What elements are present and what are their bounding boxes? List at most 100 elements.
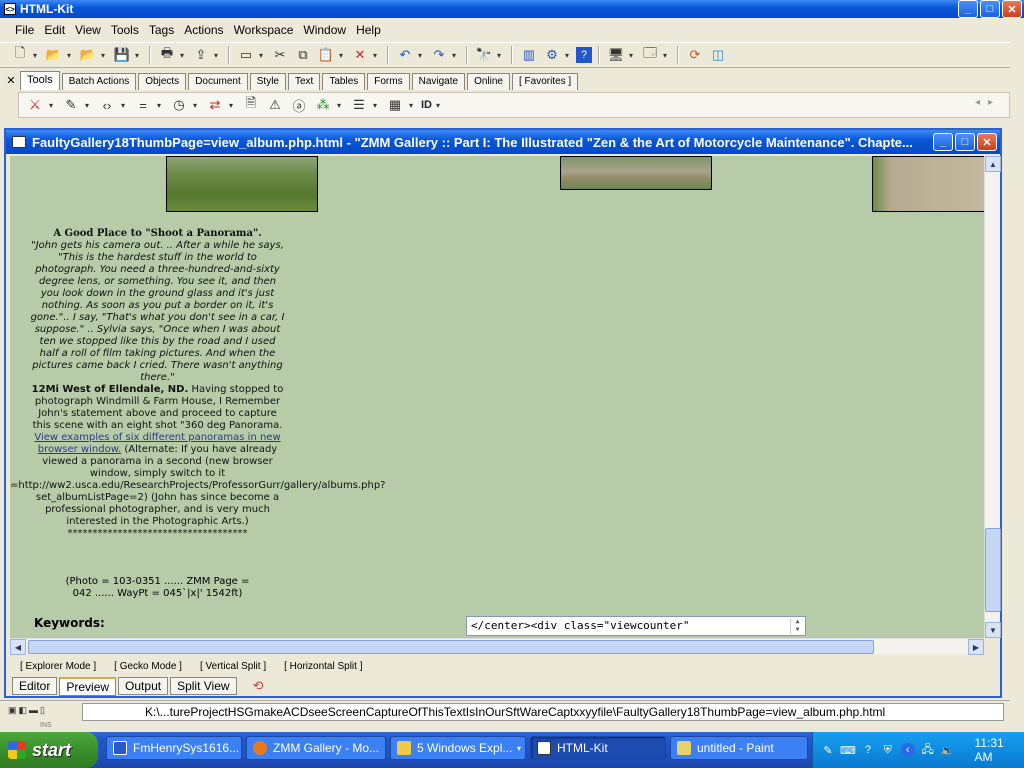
open-recent-icon[interactable]: 📂 bbox=[78, 45, 98, 65]
maximize-button[interactable]: □ bbox=[980, 0, 1000, 18]
help-icon[interactable]: ? bbox=[861, 743, 875, 757]
chevron-down-icon[interactable]: ▾ bbox=[85, 101, 93, 110]
chevron-down-icon[interactable]: ▾ bbox=[121, 101, 129, 110]
clock[interactable]: 11:31 AM bbox=[975, 736, 1024, 764]
tab-navigate[interactable]: Navigate bbox=[411, 73, 466, 90]
undo-icon[interactable]: ↶ bbox=[395, 45, 415, 65]
minimize-button[interactable]: _ bbox=[958, 0, 978, 18]
shield-icon[interactable]: ⛨ bbox=[881, 743, 895, 757]
chevron-down-icon[interactable]: ▾ bbox=[101, 51, 109, 60]
tab-split-view[interactable]: Split View bbox=[170, 677, 237, 695]
chevron-down-icon[interactable]: ▾ bbox=[409, 101, 417, 110]
refresh-preview-icon[interactable]: ⟲ bbox=[253, 678, 264, 694]
chevron-left-icon[interactable]: ‹ bbox=[900, 743, 915, 757]
menu-actions[interactable]: Actions bbox=[179, 23, 228, 37]
preview-monitor-icon[interactable]: 🖥 bbox=[606, 45, 626, 65]
wand-icon[interactable]: ⚔ bbox=[25, 95, 45, 115]
tab-tables[interactable]: Tables bbox=[322, 73, 366, 90]
close-panel-icon[interactable]: ✕ bbox=[4, 74, 18, 87]
vertical-split-button[interactable]: [ Vertical Split ] bbox=[200, 661, 266, 672]
clock-icon[interactable]: ◷ bbox=[169, 95, 189, 115]
text-format-icon[interactable]: ⇄ bbox=[205, 95, 225, 115]
print-icon[interactable]: 🖶 bbox=[157, 45, 177, 65]
scroll-right-icon[interactable]: ▶ bbox=[968, 639, 984, 655]
tab-batch-actions[interactable]: Batch Actions bbox=[61, 73, 137, 90]
chevron-down-icon[interactable]: ▾ bbox=[517, 744, 521, 753]
menu-workspace[interactable]: Workspace bbox=[229, 23, 299, 37]
menu-tags[interactable]: Tags bbox=[144, 23, 179, 37]
tab-favorites[interactable]: [ Favorites ] bbox=[511, 73, 579, 90]
browser-window-icon[interactable]: 🗔 bbox=[640, 45, 660, 65]
horizontal-scrollbar[interactable]: ◀ ▶ bbox=[10, 638, 984, 655]
scroll-down-icon[interactable]: ▼ bbox=[985, 622, 1001, 638]
save-icon[interactable]: 💾 bbox=[112, 45, 132, 65]
close-button[interactable]: ✕ bbox=[1002, 0, 1022, 18]
panel-toggle-icon[interactable]: ▥ bbox=[519, 45, 539, 65]
chevron-down-icon[interactable]: ▾ bbox=[214, 51, 222, 60]
chevron-down-icon[interactable]: ▾ bbox=[193, 101, 201, 110]
chevron-down-icon[interactable]: ▾ bbox=[565, 51, 573, 60]
app-title-bar[interactable]: <> HTML-Kit _ □ ✕ bbox=[0, 0, 1024, 18]
tab-document[interactable]: Document bbox=[188, 73, 248, 90]
spinner-arrows-icon[interactable]: ▲ ▼ bbox=[790, 618, 804, 634]
scroll-thumb[interactable] bbox=[985, 528, 1001, 612]
menu-help[interactable]: Help bbox=[351, 23, 386, 37]
list-icon[interactable]: ☰ bbox=[349, 95, 369, 115]
scroll-left-icon[interactable]: ◀ bbox=[10, 639, 26, 655]
tab-tools[interactable]: Tools bbox=[20, 71, 60, 90]
doc-minimize-button[interactable]: _ bbox=[933, 133, 953, 151]
chevron-down-icon[interactable]: ▾ bbox=[452, 51, 460, 60]
taskbar-item[interactable]: HTML-Kit bbox=[530, 736, 666, 760]
chevron-down-icon[interactable]: ▾ bbox=[629, 51, 637, 60]
chevron-down-icon[interactable]: ▾ bbox=[229, 101, 237, 110]
network-icon[interactable]: 🖧 bbox=[921, 743, 935, 757]
help-icon[interactable]: ? bbox=[576, 47, 592, 63]
validate-icon[interactable]: ⚠ bbox=[265, 95, 285, 115]
scroll-arrows-icon[interactable]: ◂▸ bbox=[975, 97, 1001, 108]
thumbnail-photo[interactable] bbox=[166, 156, 318, 212]
doc-maximize-button[interactable]: □ bbox=[955, 133, 975, 151]
taskbar-item[interactable]: FmHenrySys1616... bbox=[106, 736, 242, 760]
chevron-down-icon[interactable]: ▾ bbox=[135, 51, 143, 60]
scroll-up-icon[interactable]: ▲ bbox=[985, 156, 1001, 172]
tab-style[interactable]: Style bbox=[249, 73, 286, 90]
chevron-down-icon[interactable]: ▾ bbox=[259, 51, 267, 60]
chevron-down-icon[interactable]: ▾ bbox=[49, 101, 57, 110]
menu-view[interactable]: View bbox=[70, 23, 106, 37]
preview-pane[interactable]: A Good Place to "Shoot a Panorama". "Joh… bbox=[10, 156, 984, 638]
plugins-icon[interactable]: ⚙ bbox=[542, 45, 562, 65]
vertical-scrollbar[interactable]: ▲ ▼ bbox=[984, 156, 1001, 638]
chevron-down-icon[interactable]: ▾ bbox=[418, 51, 426, 60]
code-brackets-icon[interactable]: ‹› bbox=[97, 95, 117, 115]
select-icon[interactable]: ▭ bbox=[236, 45, 256, 65]
chevron-down-icon[interactable]: ▾ bbox=[157, 101, 165, 110]
taskbar-item[interactable]: untitled - Paint bbox=[670, 736, 808, 760]
chevron-down-icon[interactable]: ▾ bbox=[663, 51, 671, 60]
chevron-down-icon[interactable]: ▾ bbox=[339, 51, 347, 60]
tab-forms[interactable]: Forms bbox=[367, 73, 410, 90]
thumbnail-photo[interactable] bbox=[872, 156, 984, 212]
menu-tools[interactable]: Tools bbox=[106, 23, 144, 37]
horizontal-split-button[interactable]: [ Horizontal Split ] bbox=[284, 661, 362, 672]
chevron-down-icon[interactable]: ▾ bbox=[67, 51, 75, 60]
menu-edit[interactable]: Edit bbox=[39, 23, 70, 37]
volume-icon[interactable]: 🔈 bbox=[941, 743, 955, 757]
tab-online[interactable]: Online bbox=[467, 73, 510, 90]
keyboard-icon[interactable]: ⌨ bbox=[840, 743, 856, 757]
document-icon[interactable]: 🗎 bbox=[241, 95, 261, 115]
menu-file[interactable]: File bbox=[10, 23, 39, 37]
publish-icon[interactable]: ⇪ bbox=[191, 45, 211, 65]
thumbnail-photo[interactable] bbox=[560, 156, 712, 190]
tag-wizard-icon[interactable]: ✎ bbox=[61, 95, 81, 115]
delete-icon[interactable]: ✕ bbox=[350, 45, 370, 65]
redo-icon[interactable]: ↷ bbox=[429, 45, 449, 65]
spell-icon[interactable]: ⓐ bbox=[289, 95, 309, 115]
equals-icon[interactable]: = bbox=[133, 95, 153, 115]
code-tooltip-box[interactable]: </center><div class="viewcounter" ▲ ▼ bbox=[466, 616, 806, 636]
explorer-mode-button[interactable]: [ Explorer Mode ] bbox=[20, 661, 96, 672]
tab-text[interactable]: Text bbox=[288, 73, 321, 90]
document-title-bar[interactable]: FaultyGallery18ThumbPage=view_album.php.… bbox=[6, 130, 1000, 154]
doc-close-button[interactable]: ✕ bbox=[977, 133, 997, 151]
taskbar-item[interactable]: 5 Windows Expl... ▾ bbox=[390, 736, 526, 760]
copy-icon[interactable]: ⧉ bbox=[293, 45, 313, 65]
